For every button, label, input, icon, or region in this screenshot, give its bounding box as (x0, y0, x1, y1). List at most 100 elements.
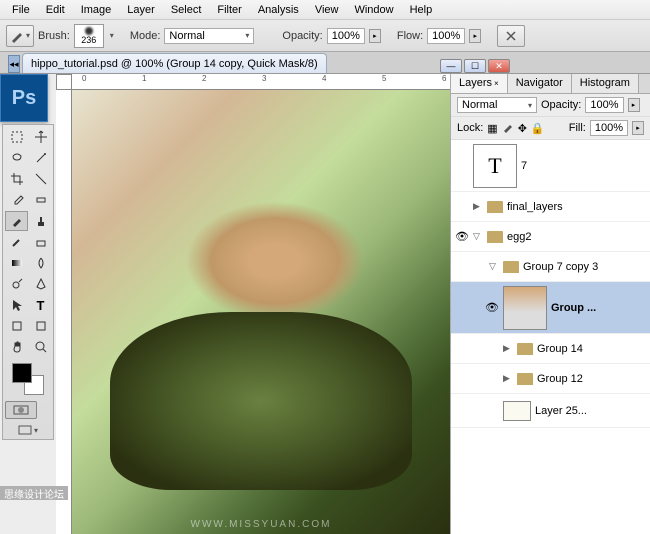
visibility-icon[interactable] (455, 200, 469, 214)
tab-layers[interactable]: Layers× (451, 74, 508, 93)
menu-edit[interactable]: Edit (38, 2, 73, 18)
collapse-icon[interactable]: ▽ (473, 231, 483, 242)
collapse-panels-icon[interactable]: ◂◂ (8, 55, 20, 73)
expand-icon[interactable]: ▶ (473, 201, 483, 212)
fill-input[interactable]: 100% (590, 120, 628, 136)
visibility-icon[interactable] (485, 372, 499, 386)
menu-window[interactable]: Window (346, 2, 401, 18)
zoom-tool[interactable] (29, 337, 52, 357)
layer-folder-group14[interactable]: ▶ Group 14 (451, 334, 650, 364)
collapse-icon[interactable]: ▽ (489, 261, 499, 272)
blur-tool[interactable] (29, 253, 52, 273)
move-tool[interactable] (29, 127, 52, 147)
brush-dot-icon (85, 27, 93, 35)
layer-name[interactable]: Group 7 copy 3 (523, 261, 598, 273)
minimize-button[interactable]: — (440, 59, 462, 73)
document-tab[interactable]: hippo_tutorial.psd @ 100% (Group 14 copy… (22, 53, 327, 73)
horizontal-ruler[interactable]: 0 1 2 3 4 5 6 (72, 74, 450, 90)
brush-preset[interactable]: 236 (74, 24, 104, 48)
menu-view[interactable]: View (307, 2, 347, 18)
lock-position-icon[interactable]: ✥ (518, 122, 527, 135)
blend-mode-select[interactable]: Normal▾ (457, 97, 537, 113)
layer-text[interactable]: T 7 (451, 140, 650, 192)
layer-name[interactable]: 7 (521, 160, 527, 172)
pen-tool[interactable] (29, 274, 52, 294)
opacity-stepper[interactable]: ▸ (369, 29, 381, 43)
menu-file[interactable]: File (4, 2, 38, 18)
marquee-tool[interactable] (5, 127, 28, 147)
menu-analysis[interactable]: Analysis (250, 2, 307, 18)
layer-folder-group12[interactable]: ▶ Group 12 (451, 364, 650, 394)
notes-tool[interactable] (29, 316, 52, 336)
expand-icon[interactable]: ▶ (503, 343, 513, 354)
brush-tool[interactable] (5, 211, 28, 231)
tab-navigator[interactable]: Navigator (508, 74, 572, 93)
layer-folder-final[interactable]: ▶ final_layers (451, 192, 650, 222)
heal-tool[interactable] (29, 190, 52, 210)
path-select-tool[interactable] (5, 295, 28, 315)
lock-pixels-icon[interactable] (502, 121, 514, 136)
visibility-icon[interactable]: 👁 (455, 230, 469, 244)
eraser-tool[interactable] (29, 232, 52, 252)
layer-group-selected[interactable]: 👁 Group ... (451, 282, 650, 334)
layer-folder-group7[interactable]: ▽ Group 7 copy 3 (451, 252, 650, 282)
history-brush-tool[interactable] (5, 232, 28, 252)
crop-tool[interactable] (5, 169, 28, 189)
mode-select[interactable]: Normal▾ (164, 28, 254, 44)
lasso-tool[interactable] (5, 148, 28, 168)
visibility-icon[interactable] (471, 260, 485, 274)
visibility-icon[interactable]: 👁 (485, 301, 499, 315)
visibility-icon[interactable] (455, 159, 469, 173)
airbrush-icon[interactable] (497, 25, 525, 47)
layer-name[interactable]: Group 14 (537, 343, 583, 355)
dodge-tool[interactable] (5, 274, 28, 294)
eyedropper-tool[interactable] (5, 190, 28, 210)
hand-tool[interactable] (5, 337, 28, 357)
layer-name[interactable]: final_layers (507, 201, 563, 213)
menu-select[interactable]: Select (163, 2, 210, 18)
opacity-input[interactable]: 100% (327, 28, 365, 44)
menu-help[interactable]: Help (402, 2, 441, 18)
mode-label: Mode: (130, 30, 161, 42)
layer-opacity-input[interactable]: 100% (585, 97, 623, 113)
tab-histogram[interactable]: Histogram (572, 74, 639, 93)
menu-layer[interactable]: Layer (119, 2, 163, 18)
quickmask-button[interactable] (5, 401, 37, 419)
canvas[interactable]: WWW.MISSYUAN.COM (72, 90, 450, 534)
lock-all-icon[interactable]: 🔒 (531, 122, 545, 135)
slice-tool[interactable] (29, 169, 52, 189)
close-button[interactable]: ✕ (488, 59, 510, 73)
layer-name[interactable]: Layer 25... (535, 405, 587, 417)
maximize-button[interactable]: ☐ (464, 59, 486, 73)
foreground-color[interactable] (12, 363, 32, 383)
menu-image[interactable]: Image (73, 2, 120, 18)
layer-thumb: T (473, 144, 517, 188)
brush-dropdown-icon[interactable]: ▾ (110, 31, 114, 40)
gradient-tool[interactable] (5, 253, 28, 273)
menu-bar: File Edit Image Layer Select Filter Anal… (0, 0, 650, 20)
layer-name[interactable]: egg2 (507, 231, 531, 243)
toolbox: T ▾ (2, 124, 54, 440)
layer-25[interactable]: Layer 25... (451, 394, 650, 428)
brush-tool-icon[interactable]: ▾ (6, 25, 34, 47)
ruler-origin[interactable] (56, 74, 72, 90)
flow-stepper[interactable]: ▸ (469, 29, 481, 43)
menu-filter[interactable]: Filter (209, 2, 249, 18)
layer-folder-egg2[interactable]: 👁 ▽ egg2 (451, 222, 650, 252)
type-tool[interactable]: T (29, 295, 52, 315)
layer-name[interactable]: Group ... (551, 302, 596, 314)
fill-stepper[interactable]: ▸ (632, 121, 644, 135)
visibility-icon[interactable] (485, 404, 499, 418)
layer-opacity-stepper[interactable]: ▸ (628, 98, 640, 112)
screenmode-button[interactable]: ▾ (5, 423, 51, 437)
layer-name[interactable]: Group 12 (537, 373, 583, 385)
stamp-tool[interactable] (29, 211, 52, 231)
flow-input[interactable]: 100% (427, 28, 465, 44)
vertical-ruler[interactable] (56, 90, 72, 534)
wand-tool[interactable] (29, 148, 52, 168)
expand-icon[interactable]: ▶ (503, 373, 513, 384)
visibility-icon[interactable] (485, 342, 499, 356)
folder-icon (503, 261, 519, 273)
lock-transparency-icon[interactable]: ▦ (487, 122, 497, 135)
shape-tool[interactable] (5, 316, 28, 336)
